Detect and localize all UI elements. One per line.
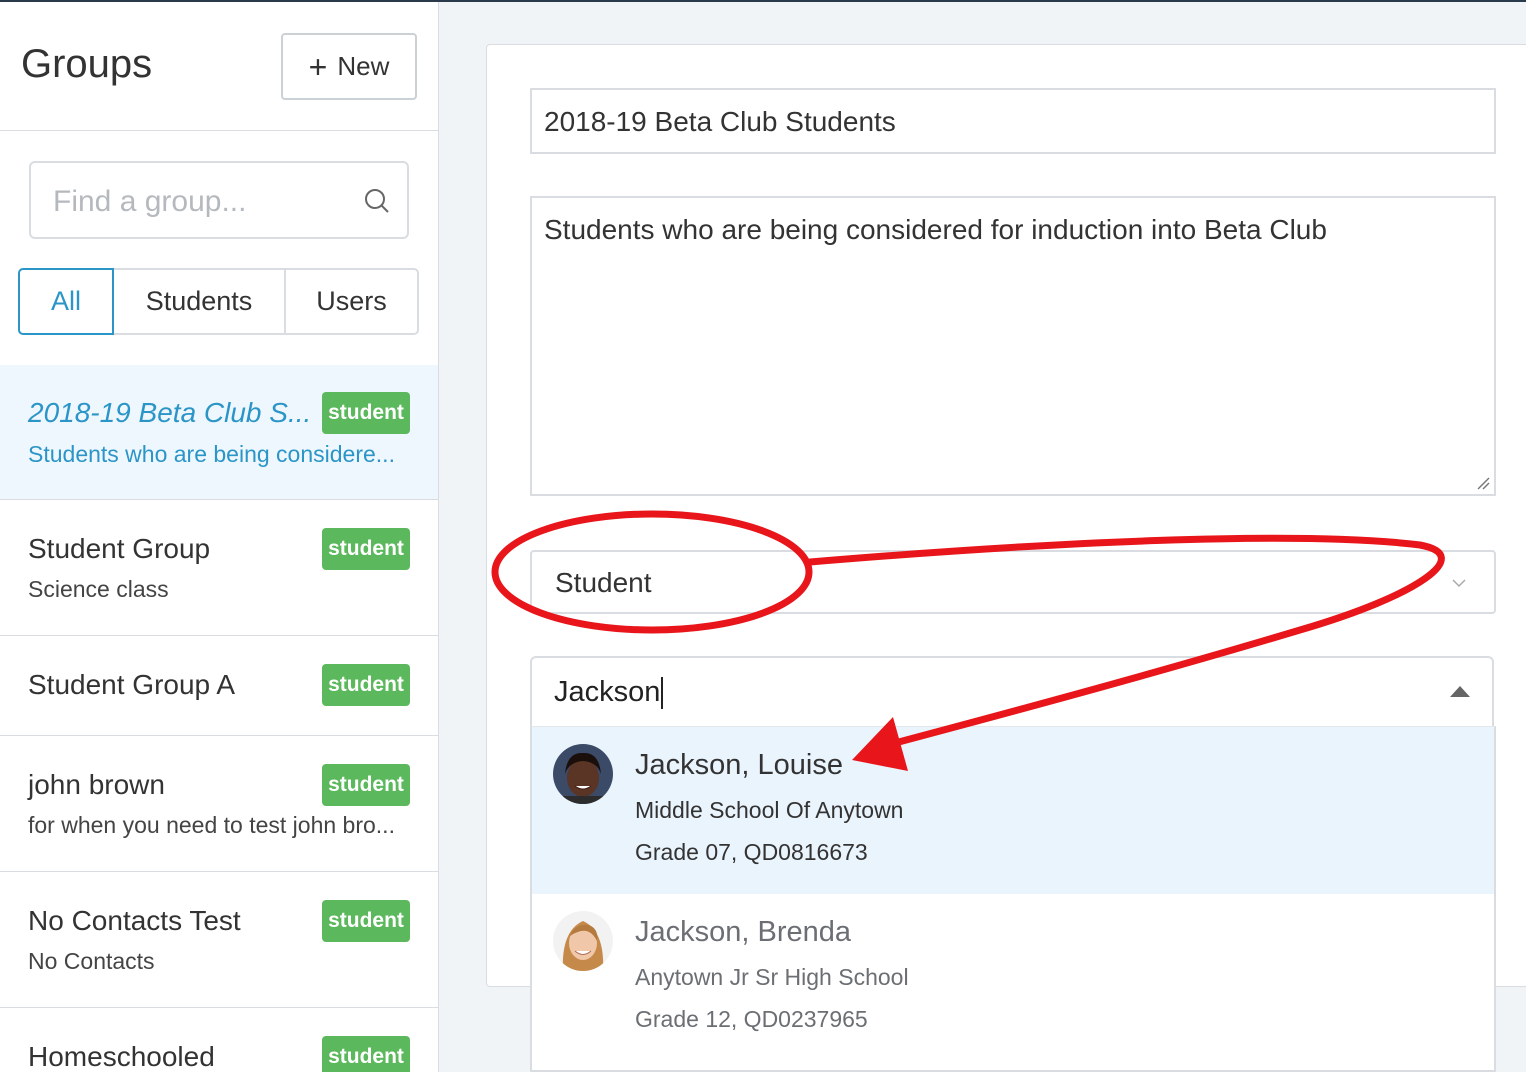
student-school: Middle School Of Anytown <box>635 797 904 823</box>
group-name: No Contacts Test <box>28 905 241 936</box>
group-type-badge: student <box>322 528 410 570</box>
student-name: Jackson, Louise <box>635 749 843 781</box>
group-item[interactable]: Student Group A student <box>0 636 438 736</box>
filter-tab-users[interactable]: Users <box>286 268 419 335</box>
description-text: Students who are being considered for in… <box>544 214 1327 245</box>
student-grade-id: Grade 07, QD0816673 <box>635 839 868 865</box>
sidebar-header: Groups + New <box>0 2 438 131</box>
group-name: Student Group A <box>28 669 236 700</box>
student-search-value: Jackson <box>554 676 661 708</box>
group-list: 2018-19 Beta Club S... student Students … <box>0 365 438 1072</box>
search-placeholder: Find a group... <box>53 185 247 218</box>
student-result-option[interactable]: Jackson, Louise Middle School Of Anytown… <box>532 727 1494 894</box>
group-filter-tabs: All Students Users <box>18 268 419 335</box>
group-type-badge: student <box>322 900 410 942</box>
student-results-dropdown: Jackson, Louise Middle School Of Anytown… <box>530 726 1496 1072</box>
resize-handle-icon[interactable] <box>1476 476 1490 490</box>
group-name-input[interactable]: 2018-19 Beta Club Students <box>530 88 1496 154</box>
group-description: Students who are being considere... <box>28 441 395 467</box>
group-description: No Contacts <box>28 948 155 974</box>
plus-icon: + <box>308 48 328 85</box>
group-type-value: Student <box>555 567 652 598</box>
student-grade-id: Grade 12, QD0237965 <box>635 1006 868 1032</box>
group-item[interactable]: No Contacts Test student No Contacts <box>0 872 438 1008</box>
group-item[interactable]: Homeschooled student <box>0 1008 438 1072</box>
group-type-select[interactable]: Student <box>530 550 1496 614</box>
filter-tab-students[interactable]: Students <box>114 268 286 335</box>
group-item[interactable]: 2018-19 Beta Club S... student Students … <box>0 365 438 500</box>
group-item[interactable]: Student Group student Science class <box>0 500 438 636</box>
group-description: for when you need to test john bro... <box>28 812 395 838</box>
group-description: Science class <box>28 576 169 602</box>
caret-up-icon[interactable] <box>1450 686 1470 697</box>
group-name: john brown <box>28 769 165 800</box>
page-title: Groups <box>21 42 153 86</box>
filter-tab-all[interactable]: All <box>18 268 114 335</box>
student-school: Anytown Jr Sr High School <box>635 964 909 990</box>
group-description-textarea[interactable]: Students who are being considered for in… <box>530 196 1496 496</box>
group-type-badge: student <box>322 1036 410 1072</box>
avatar <box>553 911 613 971</box>
new-group-button[interactable]: + New <box>281 33 417 100</box>
group-name: Homeschooled <box>28 1041 215 1072</box>
search-icon <box>365 189 389 213</box>
new-button-label: New <box>337 51 390 81</box>
group-item[interactable]: john brown student for when you need to … <box>0 736 438 872</box>
group-name: Student Group <box>28 533 211 564</box>
group-name: 2018-19 Beta Club S... <box>28 397 312 428</box>
group-type-badge: student <box>322 764 410 806</box>
student-search-input[interactable]: Jackson <box>530 656 1494 728</box>
student-result-option[interactable]: Jackson, Brenda Anytown Jr Sr High Schoo… <box>532 894 1494 1061</box>
group-search-input[interactable]: Find a group... <box>29 161 409 239</box>
chevron-down-icon <box>1452 579 1466 588</box>
groups-sidebar: Groups + New Find a group... All Student… <box>0 2 439 1072</box>
group-type-badge: student <box>322 392 410 434</box>
group-type-badge: student <box>322 664 410 706</box>
student-name: Jackson, Brenda <box>635 916 852 948</box>
text-cursor <box>661 677 664 710</box>
avatar <box>553 744 613 804</box>
